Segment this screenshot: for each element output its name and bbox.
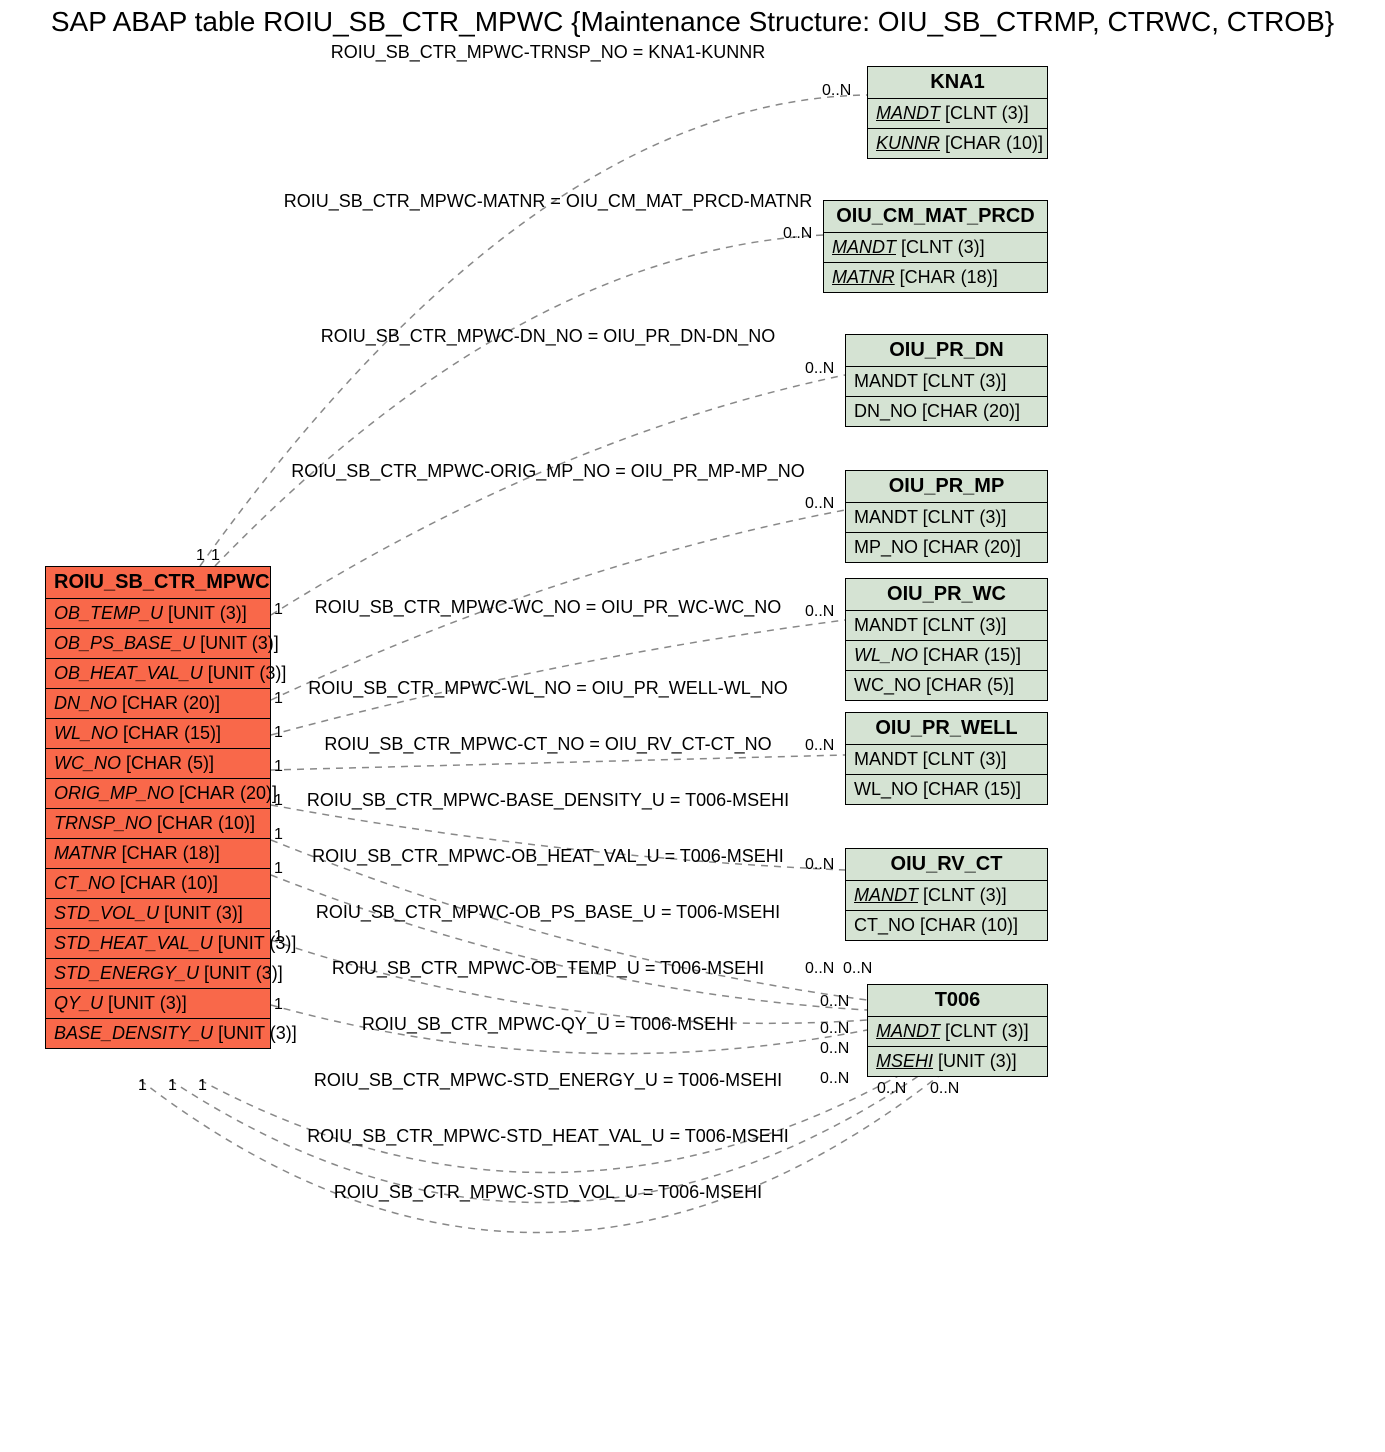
entity-header: T006 — [868, 985, 1047, 1017]
cardinality-label: 0..N — [843, 960, 872, 978]
field-mandt: MANDT [CLNT (3)] — [846, 611, 1047, 641]
entity-header: OIU_PR_WC — [846, 579, 1047, 611]
cardinality-label: 0..N — [820, 993, 849, 1011]
relationship-label: ROIU_SB_CTR_MPWC-TRNSP_NO = KNA1-KUNNR — [331, 42, 766, 63]
relationship-label: ROIU_SB_CTR_MPWC-STD_ENERGY_U = T006-MSE… — [314, 1070, 782, 1091]
field-matnr: MATNR [CHAR (18)] — [824, 263, 1047, 292]
field-base_density_u: BASE_DENSITY_U [UNIT (3)] — [46, 1019, 270, 1048]
cardinality-label: 1 — [138, 1077, 147, 1095]
cardinality-label: 1 — [274, 690, 283, 708]
cardinality-label: 0..N — [805, 737, 834, 755]
cardinality-label: 1 — [274, 996, 283, 1014]
field-std_vol_u: STD_VOL_U [UNIT (3)] — [46, 899, 270, 929]
relationship-label: ROIU_SB_CTR_MPWC-OB_PS_BASE_U = T006-MSE… — [316, 902, 780, 923]
field-trnsp_no: TRNSP_NO [CHAR (10)] — [46, 809, 270, 839]
entity-oiu_pr_mp: OIU_PR_MPMANDT [CLNT (3)]MP_NO [CHAR (20… — [845, 470, 1048, 563]
relationship-label: ROIU_SB_CTR_MPWC-ORIG_MP_NO = OIU_PR_MP-… — [291, 461, 805, 482]
cardinality-label: 0..N — [820, 1020, 849, 1038]
entity-oiu_pr_well: OIU_PR_WELLMANDT [CLNT (3)]WL_NO [CHAR (… — [845, 712, 1048, 805]
field-dn_no: DN_NO [CHAR (20)] — [846, 397, 1047, 426]
field-ob_ps_base_u: OB_PS_BASE_U [UNIT (3)] — [46, 629, 270, 659]
field-msehi: MSEHI [UNIT (3)] — [868, 1047, 1047, 1076]
field-wc_no: WC_NO [CHAR (5)] — [46, 749, 270, 779]
field-mandt: MANDT [CLNT (3)] — [846, 881, 1047, 911]
field-wc_no: WC_NO [CHAR (5)] — [846, 671, 1047, 700]
field-qy_u: QY_U [UNIT (3)] — [46, 989, 270, 1019]
entity-oiu_pr_dn: OIU_PR_DNMANDT [CLNT (3)]DN_NO [CHAR (20… — [845, 334, 1048, 427]
cardinality-label: 1 — [274, 860, 283, 878]
cardinality-label: 1 — [196, 547, 205, 565]
field-mandt: MANDT [CLNT (3)] — [824, 233, 1047, 263]
relationship-label: ROIU_SB_CTR_MPWC-WC_NO = OIU_PR_WC-WC_NO — [315, 597, 782, 618]
cardinality-label: 0..N — [820, 1070, 849, 1088]
entity-header: OIU_PR_MP — [846, 471, 1047, 503]
cardinality-label: 0..N — [805, 960, 834, 978]
cardinality-label: 1 — [198, 1077, 207, 1095]
cardinality-label: 0..N — [805, 856, 834, 874]
entity-oiu_pr_wc: OIU_PR_WCMANDT [CLNT (3)]WL_NO [CHAR (15… — [845, 578, 1048, 701]
field-ob_temp_u: OB_TEMP_U [UNIT (3)] — [46, 599, 270, 629]
entity-header: OIU_CM_MAT_PRCD — [824, 201, 1047, 233]
relationship-label: ROIU_SB_CTR_MPWC-STD_HEAT_VAL_U = T006-M… — [307, 1126, 789, 1147]
entity-header: OIU_PR_WELL — [846, 713, 1047, 745]
diagram-title: SAP ABAP table ROIU_SB_CTR_MPWC {Mainten… — [0, 6, 1385, 38]
entity-oiu_rv_ct: OIU_RV_CTMANDT [CLNT (3)]CT_NO [CHAR (10… — [845, 848, 1048, 941]
entity-header: OIU_RV_CT — [846, 849, 1047, 881]
field-kunnr: KUNNR [CHAR (10)] — [868, 129, 1047, 158]
relationship-label: ROIU_SB_CTR_MPWC-OB_HEAT_VAL_U = T006-MS… — [312, 846, 784, 867]
entity-header: OIU_PR_DN — [846, 335, 1047, 367]
field-wl_no: WL_NO [CHAR (15)] — [46, 719, 270, 749]
relationship-label: ROIU_SB_CTR_MPWC-OB_TEMP_U = T006-MSEHI — [332, 958, 764, 979]
field-mp_no: MP_NO [CHAR (20)] — [846, 533, 1047, 562]
field-matnr: MATNR [CHAR (18)] — [46, 839, 270, 869]
cardinality-label: 1 — [274, 601, 283, 619]
field-orig_mp_no: ORIG_MP_NO [CHAR (20)] — [46, 779, 270, 809]
cardinality-label: 1 — [211, 547, 220, 565]
cardinality-label: 1 — [274, 928, 283, 946]
field-mandt: MANDT [CLNT (3)] — [868, 99, 1047, 129]
relationship-label: ROIU_SB_CTR_MPWC-WL_NO = OIU_PR_WELL-WL_… — [308, 678, 788, 699]
field-ob_heat_val_u: OB_HEAT_VAL_U [UNIT (3)] — [46, 659, 270, 689]
cardinality-label: 1 — [274, 758, 283, 776]
field-dn_no: DN_NO [CHAR (20)] — [46, 689, 270, 719]
field-wl_no: WL_NO [CHAR (15)] — [846, 775, 1047, 804]
field-mandt: MANDT [CLNT (3)] — [846, 503, 1047, 533]
cardinality-label: 0..N — [822, 82, 851, 100]
cardinality-label: 0..N — [805, 495, 834, 513]
entity-kna1: KNA1MANDT [CLNT (3)]KUNNR [CHAR (10)] — [867, 66, 1048, 159]
cardinality-label: 0..N — [805, 360, 834, 378]
cardinality-label: 1 — [274, 724, 283, 742]
field-wl_no: WL_NO [CHAR (15)] — [846, 641, 1047, 671]
relationship-label: ROIU_SB_CTR_MPWC-QY_U = T006-MSEHI — [362, 1014, 734, 1035]
relationship-label: ROIU_SB_CTR_MPWC-BASE_DENSITY_U = T006-M… — [307, 790, 789, 811]
field-mandt: MANDT [CLNT (3)] — [868, 1017, 1047, 1047]
field-std_heat_val_u: STD_HEAT_VAL_U [UNIT (3)] — [46, 929, 270, 959]
entity-t006: T006MANDT [CLNT (3)]MSEHI [UNIT (3)] — [867, 984, 1048, 1077]
entity-oiu_cm_mat_prcd: OIU_CM_MAT_PRCDMANDT [CLNT (3)]MATNR [CH… — [823, 200, 1048, 293]
entity-header: ROIU_SB_CTR_MPWC — [46, 567, 270, 599]
relationship-label: ROIU_SB_CTR_MPWC-CT_NO = OIU_RV_CT-CT_NO — [324, 734, 771, 755]
cardinality-label: 1 — [274, 792, 283, 810]
cardinality-label: 1 — [168, 1077, 177, 1095]
field-std_energy_u: STD_ENERGY_U [UNIT (3)] — [46, 959, 270, 989]
entity-header: KNA1 — [868, 67, 1047, 99]
field-mandt: MANDT [CLNT (3)] — [846, 745, 1047, 775]
cardinality-label: 1 — [274, 826, 283, 844]
cardinality-label: 0..N — [820, 1040, 849, 1058]
cardinality-label: 0..N — [877, 1080, 906, 1098]
field-ct_no: CT_NO [CHAR (10)] — [46, 869, 270, 899]
entity-roiu-sb-ctr-mpwc: ROIU_SB_CTR_MPWC OB_TEMP_U [UNIT (3)]OB_… — [45, 566, 271, 1049]
cardinality-label: 0..N — [783, 225, 812, 243]
field-ct_no: CT_NO [CHAR (10)] — [846, 911, 1047, 940]
relationship-label: ROIU_SB_CTR_MPWC-DN_NO = OIU_PR_DN-DN_NO — [321, 326, 776, 347]
cardinality-label: 0..N — [930, 1080, 959, 1098]
relationship-label: ROIU_SB_CTR_MPWC-STD_VOL_U = T006-MSEHI — [334, 1182, 762, 1203]
cardinality-label: 0..N — [805, 603, 834, 621]
relationship-label: ROIU_SB_CTR_MPWC-MATNR = OIU_CM_MAT_PRCD… — [284, 191, 813, 212]
field-mandt: MANDT [CLNT (3)] — [846, 367, 1047, 397]
